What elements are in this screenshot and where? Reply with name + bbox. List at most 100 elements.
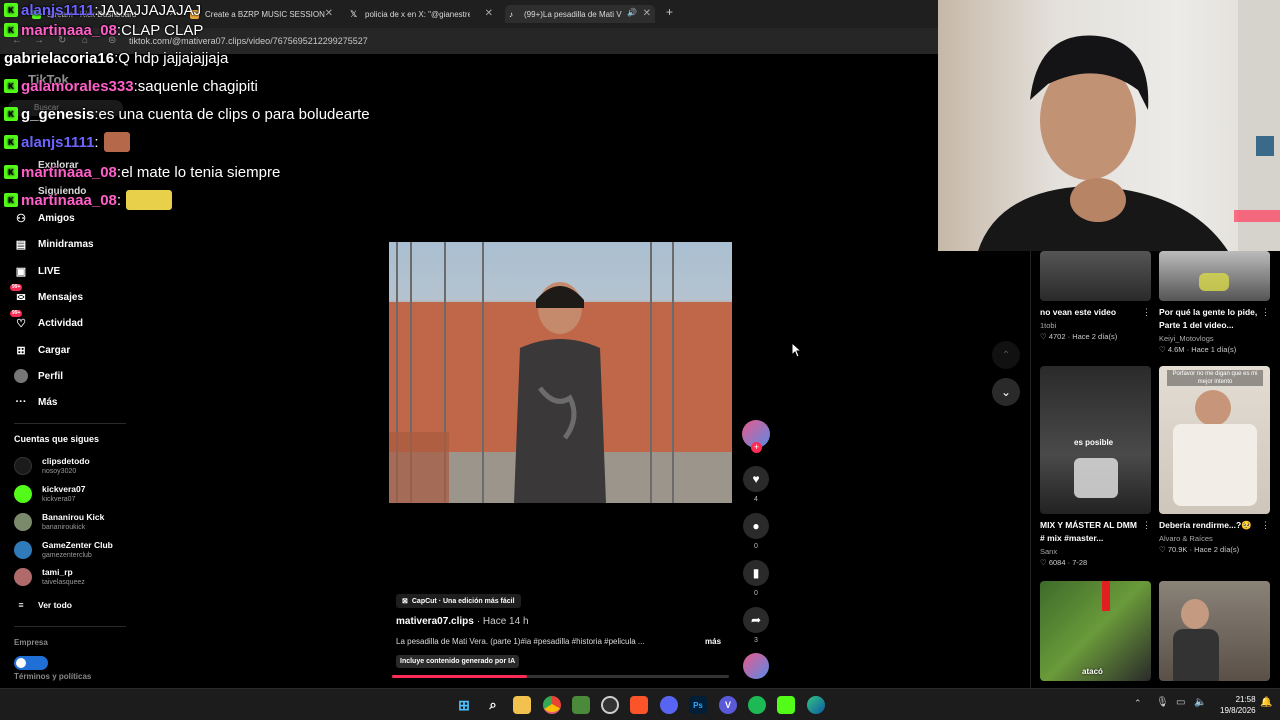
spotify-icon[interactable] <box>748 696 766 714</box>
sidebar-item-mas[interactable]: ··· Más <box>14 392 58 412</box>
sidebar-item-amigos[interactable]: ⚇ Amigos <box>14 208 75 228</box>
see-all-link[interactable]: ≡ Ver todo <box>14 595 72 615</box>
search-icon[interactable]: ⌕ <box>484 696 502 714</box>
system-clock[interactable]: 21:58 19/8/2026 <box>1220 694 1256 716</box>
video-thumbnail[interactable]: atacó <box>1040 581 1151 681</box>
posted-time: Hace 2 día(s) <box>1194 545 1240 554</box>
footer-link[interactable]: Términos y políticas <box>14 672 91 681</box>
following-account[interactable]: tami_rp taivelasqueez <box>14 565 85 589</box>
brave-icon[interactable] <box>630 696 648 714</box>
video-player[interactable] <box>389 242 732 503</box>
sidebar-item-actividad[interactable]: ♡ 99+ Actividad <box>10 310 83 333</box>
chat-username: martinaaa_08 <box>21 191 117 209</box>
creator-avatar[interactable]: + <box>742 420 770 453</box>
video-thumbnail[interactable]: Porfavor no me digan que es mi mejor int… <box>1159 366 1270 514</box>
account-name: clipsdetodo <box>42 456 90 466</box>
like-count: 6084 <box>1048 558 1066 567</box>
video-thumbnail[interactable] <box>1159 581 1270 681</box>
heart-outline-icon: ♡ <box>1159 545 1166 554</box>
recommended-video[interactable]: no vean este video ⋮ 1tobi ♡ 4702 · Hace… <box>1040 251 1151 343</box>
like-count: 4.6M <box>1167 345 1185 354</box>
capcut-text: CapCut · Una edición más fácil <box>411 597 515 605</box>
edge-icon[interactable] <box>807 696 825 714</box>
following-account[interactable]: kickvera07 kickvera07 <box>14 482 86 506</box>
share-icon[interactable]: ➦ <box>743 607 769 633</box>
sidebar-item-mensajes[interactable]: ✉ 99+ Mensajes <box>10 284 83 307</box>
sidebar-item-perfil[interactable]: Perfil <box>14 366 63 386</box>
footer-link[interactable]: Empresa <box>14 638 48 647</box>
tray-chevron-icon[interactable]: ⌃ <box>1134 698 1142 709</box>
posted-time: · Hace 14 h <box>476 616 529 627</box>
notification-bell-icon[interactable]: 🔔 <box>1260 697 1272 708</box>
more-button[interactable]: más <box>705 637 721 646</box>
comment-count: 0 <box>754 543 758 550</box>
more-options-icon[interactable]: ⋮ <box>1261 307 1270 318</box>
close-tab-icon[interactable]: ✕ <box>485 8 493 19</box>
activity-badge: 99+ <box>10 310 23 317</box>
sheet-figure <box>1173 424 1257 506</box>
chat-message: K martinaaa_08: CLAP CLAP <box>4 20 203 40</box>
recommended-video[interactable]: es posible MIX Y MÁSTER AL DMM # mix #ma… <box>1040 366 1151 569</box>
bookmark-icon[interactable]: ▮ <box>743 560 769 586</box>
comment-icon[interactable]: ● <box>743 513 769 539</box>
like-count: 4702 <box>1048 332 1066 341</box>
vpn-icon[interactable]: V <box>719 696 737 714</box>
person-figure <box>1195 390 1231 426</box>
close-tab-icon[interactable]: ✕ <box>643 8 651 19</box>
chat-text: Q hdp jajjajajjaja <box>118 49 229 67</box>
video-thumbnail[interactable] <box>1159 251 1270 301</box>
tab-bzrp[interactable]: Create a BZRP MUSIC SESSION ✕ <box>190 5 333 23</box>
tab-tiktok-video[interactable]: ♪ (99+)La pesadilla de Mati V 🔊 ✕ <box>505 5 655 23</box>
following-account[interactable]: Bananirou Kick bananiroukick <box>14 510 104 534</box>
capcut-label[interactable]: ⊠ CapCut · Una edición más fácil <box>396 594 521 608</box>
windows-start-icon[interactable]: ⊞ <box>455 696 473 714</box>
kick-icon[interactable] <box>777 696 795 714</box>
following-account[interactable]: GameZenter Club gamezenterclub <box>14 538 113 562</box>
more-options-icon[interactable]: ⋮ <box>1142 307 1151 318</box>
video-progress-bar[interactable] <box>392 675 729 678</box>
red-arrow-icon <box>1102 581 1110 611</box>
obs-icon[interactable] <box>601 696 619 714</box>
heart-icon[interactable]: ♥ <box>743 466 769 492</box>
more-options-icon[interactable]: ⋮ <box>1261 520 1270 531</box>
following-account[interactable]: clipsdetodo nosoy3020 <box>14 454 90 478</box>
audio-playing-icon[interactable]: 🔊 <box>627 8 637 17</box>
close-tab-icon[interactable]: ✕ <box>325 8 333 19</box>
video-thumbnail[interactable] <box>1040 251 1151 301</box>
more-options-icon[interactable]: ⋮ <box>1142 520 1151 531</box>
music-disc-icon[interactable] <box>743 653 769 679</box>
toggle-switch[interactable] <box>14 656 48 670</box>
video-title: MIX Y MÁSTER AL DMM # mix #master... <box>1040 520 1137 543</box>
account-handle: kickvera07 <box>42 496 76 503</box>
recommended-video[interactable]: Por qué la gente lo pide, Parte 1 del vi… <box>1159 251 1270 356</box>
previous-video-button[interactable]: ⌃ <box>992 341 1020 369</box>
video-caption: La pesadilla de Mati Vera. (parte 1)#ia … <box>396 637 645 646</box>
minecraft-icon[interactable] <box>572 696 590 714</box>
video-thumbnail[interactable]: es posible <box>1040 366 1151 514</box>
friends-icon: ⚇ <box>16 212 26 225</box>
photoshop-icon[interactable]: Ps <box>689 696 707 714</box>
network-icon[interactable]: ▭ <box>1176 697 1185 708</box>
next-video-button[interactable]: ⌄ <box>992 378 1020 406</box>
chrome-icon[interactable] <box>543 696 561 714</box>
discord-icon[interactable] <box>660 696 678 714</box>
recommended-video[interactable]: Porfavor no me digan que es mi mejor int… <box>1159 366 1270 556</box>
chat-username: martinaaa_08 <box>21 21 117 39</box>
new-tab-icon[interactable]: + <box>666 5 673 19</box>
sidebar-item-live[interactable]: ▣ LIVE <box>14 261 60 281</box>
follow-plus-icon[interactable]: + <box>751 442 762 453</box>
recommended-video[interactable] <box>1159 581 1270 681</box>
microphone-icon[interactable]: 🎙 <box>1156 697 1169 708</box>
sidebar-item-cargar[interactable]: ⊞ Cargar <box>14 340 70 360</box>
badge-icon: K <box>4 3 18 17</box>
sidebar-item-minidramas[interactable]: ▤ Minidramas <box>14 234 94 254</box>
video-author[interactable]: mativera07.clips · Hace 14 h <box>396 616 529 627</box>
file-explorer-icon[interactable] <box>513 696 531 714</box>
recommended-video[interactable]: atacó <box>1040 581 1151 681</box>
like-count: 4 <box>754 496 758 503</box>
badge-icon: K <box>4 135 18 149</box>
tab-x-post[interactable]: 𝕏 policia de x en X: "@gianestrella ✕ <box>350 5 493 23</box>
like-action: ♥ 4 <box>741 466 771 503</box>
volume-icon[interactable]: 🔈 <box>1194 697 1206 708</box>
avatar <box>14 568 32 586</box>
